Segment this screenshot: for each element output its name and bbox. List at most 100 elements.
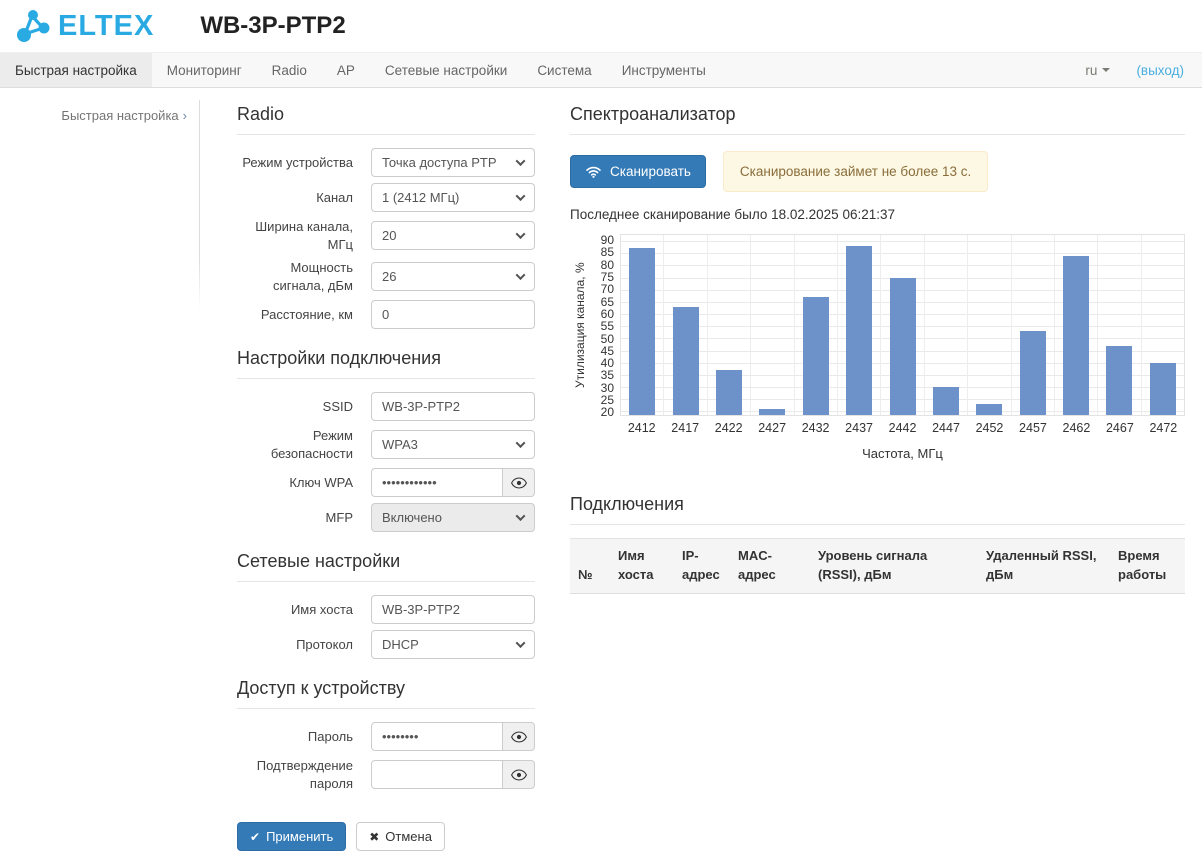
tab-monitoring[interactable]: Мониторинг xyxy=(152,53,257,87)
show-confirm-password-button[interactable] xyxy=(503,760,535,789)
spectrum-chart: Утилизация канала, % 2025303540455055606… xyxy=(570,234,1185,475)
chart-y-tick: 20 xyxy=(601,405,614,419)
apply-button[interactable]: Применить xyxy=(237,822,346,851)
ssid-label: SSID xyxy=(237,398,353,416)
chart-y-axis: 202530354045505560657075808590 xyxy=(590,234,620,416)
eye-icon xyxy=(511,477,527,489)
form-row: Мощность сигнала, дБм 26 xyxy=(237,259,535,294)
col-number: № xyxy=(570,539,610,594)
chart-column xyxy=(1098,235,1141,415)
signal-power-select[interactable]: 26 xyxy=(371,262,535,291)
password-label: Пароль xyxy=(237,728,353,746)
form-row: Подтверждение пароля xyxy=(237,757,535,792)
sidebar: Быстрая настройка xyxy=(0,88,200,408)
main-navigation: Быстрая настройка Мониторинг Radio AP Се… xyxy=(0,52,1202,88)
chart-bar xyxy=(759,409,785,415)
tab-ap[interactable]: AP xyxy=(322,53,370,87)
col-rssi: Уровень сигнала (RSSI), дБм xyxy=(810,539,978,594)
chart-x-axis: 2412241724222427243224372442244724522457… xyxy=(620,421,1185,435)
distance-input[interactable] xyxy=(371,300,535,329)
select-value: Точка доступа PTP xyxy=(382,155,497,170)
sidebar-item-quick-setup[interactable]: Быстрая настройка xyxy=(0,108,200,123)
chevron-down-icon xyxy=(516,638,526,648)
signal-power-label: Мощность сигнала, дБм xyxy=(237,259,353,294)
chart-column xyxy=(664,235,707,415)
chart-bar xyxy=(1020,331,1046,415)
chart-x-axis-label: Частота, МГц xyxy=(620,446,1185,461)
scan-button[interactable]: Сканировать xyxy=(570,155,706,188)
chart-bar xyxy=(1063,256,1089,415)
wpa-key-input[interactable] xyxy=(371,468,503,497)
section-title-radio: Radio xyxy=(237,104,535,135)
chart-column xyxy=(925,235,968,415)
chevron-right-icon xyxy=(179,108,187,123)
chart-x-tick: 2422 xyxy=(707,421,750,435)
chart-column xyxy=(621,235,664,415)
device-mode-select[interactable]: Точка доступа PTP xyxy=(371,148,535,177)
form-actions: Применить Отмена xyxy=(237,822,535,851)
chart-x-tick: 2427 xyxy=(750,421,793,435)
eye-icon xyxy=(511,731,527,743)
mfp-select[interactable]: Включено xyxy=(371,503,535,532)
protocol-select[interactable]: DHCP xyxy=(371,630,535,659)
chart-y-tick: 75 xyxy=(601,270,614,284)
form-row: Имя хоста xyxy=(237,595,535,624)
tab-network-settings[interactable]: Сетевые настройки xyxy=(370,53,522,87)
scan-controls: Сканировать Сканирование займет не более… xyxy=(570,151,1185,192)
tab-quick-setup[interactable]: Быстрая настройка xyxy=(0,53,152,87)
chart-bar xyxy=(976,404,1002,415)
chart-x-tick: 2447 xyxy=(924,421,967,435)
channel-select[interactable]: 1 (2412 МГц) xyxy=(371,183,535,212)
device-mode-label: Режим устройства xyxy=(237,154,353,172)
form-row: Пароль xyxy=(237,722,535,751)
section-title-connection: Настройки подключения xyxy=(237,348,535,379)
connections-table: № Имя хоста IP-адрес MAC-адрес Уровень с… xyxy=(570,538,1185,594)
show-password-button[interactable] xyxy=(503,722,535,751)
ssid-input[interactable] xyxy=(371,392,535,421)
chevron-down-icon xyxy=(516,191,526,201)
show-wpa-key-button[interactable] xyxy=(503,468,535,497)
hostname-input[interactable] xyxy=(371,595,535,624)
cancel-button[interactable]: Отмена xyxy=(356,822,445,851)
language-dropdown[interactable]: ru xyxy=(1085,63,1110,78)
eltex-logo[interactable]: ELTEX xyxy=(15,8,154,44)
tab-system[interactable]: Система xyxy=(522,53,606,87)
col-remote-rssi: Удаленный RSSI, дБм xyxy=(978,539,1110,594)
chevron-down-icon xyxy=(516,438,526,448)
chart-column xyxy=(751,235,794,415)
chart-bar xyxy=(629,248,655,415)
sidebar-item-label: Быстрая настройка xyxy=(61,108,178,123)
scan-button-label: Сканировать xyxy=(610,164,691,179)
channel-width-select[interactable]: 20 xyxy=(371,221,535,250)
security-mode-select[interactable]: WPA3 xyxy=(371,430,535,459)
chart-bar xyxy=(1106,346,1132,415)
select-value: Включено xyxy=(382,510,442,525)
password-input[interactable] xyxy=(371,722,503,751)
chart-plot-area: 2412241724222427243224372442244724522457… xyxy=(620,234,1185,475)
chart-bar xyxy=(1150,363,1176,415)
spectrum-panel: Спектроанализатор Сканировать Сканирован… xyxy=(570,104,1185,851)
tab-radio[interactable]: Radio xyxy=(257,53,322,87)
chevron-down-icon xyxy=(516,511,526,521)
eye-icon xyxy=(511,769,527,781)
chart-x-tick: 2467 xyxy=(1098,421,1141,435)
select-value: 20 xyxy=(382,228,396,243)
chart-column xyxy=(1012,235,1055,415)
chart-y-tick: 55 xyxy=(601,319,614,333)
col-mac: MAC-адрес xyxy=(730,539,810,594)
protocol-label: Протокол xyxy=(237,636,353,654)
tab-tools[interactable]: Инструменты xyxy=(607,53,721,87)
chart-x-tick: 2417 xyxy=(663,421,706,435)
language-label: ru xyxy=(1085,63,1097,78)
channel-width-label: Ширина канала, МГц xyxy=(237,218,353,253)
confirm-password-input[interactable] xyxy=(371,760,503,789)
logout-link[interactable]: (выход) xyxy=(1136,63,1184,78)
select-value: 26 xyxy=(382,269,396,284)
check-icon xyxy=(250,829,260,844)
channel-label: Канал xyxy=(237,189,353,207)
cancel-button-label: Отмена xyxy=(385,829,432,844)
section-title-access: Доступ к устройству xyxy=(237,678,535,709)
spectrum-chart-plot xyxy=(620,234,1185,416)
select-value: 1 (2412 МГц) xyxy=(382,190,459,205)
form-row: Ключ WPA xyxy=(237,468,535,497)
